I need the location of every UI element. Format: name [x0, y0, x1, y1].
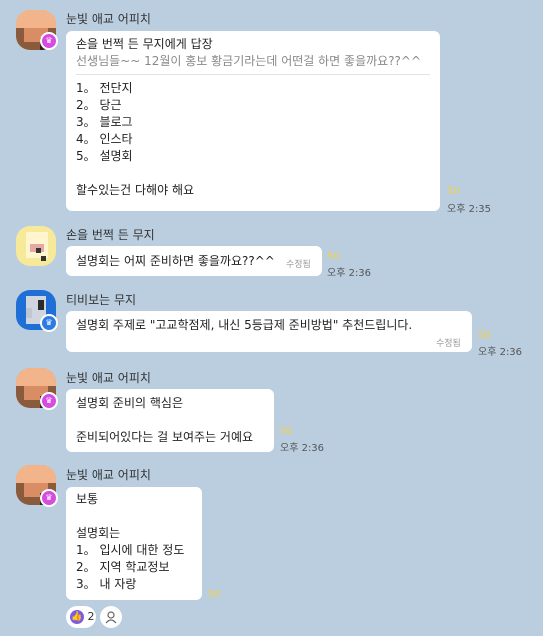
message-line: 2。 당근	[76, 98, 122, 112]
message-line: 설명회 주제로 "고교학점제, 내신 5등급제 준비방법" 추천드립니다.	[76, 318, 413, 332]
person-icon	[105, 611, 117, 624]
unread-count: 50	[208, 589, 221, 600]
sender-name[interactable]: 눈빛 애교 어피치	[66, 369, 151, 386]
reply-quote: 선생님들~~ 12월이 홍보 황금기라는데 어떤걸 하면 좋을까요??^^	[76, 54, 422, 68]
message-line: 1。 입시에 대한 정도	[76, 543, 185, 557]
timestamp: 오후 2:36	[280, 443, 325, 454]
crown-icon: ♛	[40, 314, 58, 332]
message-line: 설명회는	[76, 526, 121, 540]
message-line: 설명회 준비의 핵심은	[76, 396, 183, 410]
message-line: 할수있는건 다해야 해요	[76, 183, 195, 197]
crown-icon: ♛	[40, 489, 58, 507]
message-line: 보통	[76, 492, 99, 506]
add-reaction-button[interactable]	[100, 606, 122, 628]
message-line: 5。 설명회	[76, 149, 133, 163]
reaction-count: 2	[87, 610, 95, 623]
reaction-chip[interactable]: 👍 2	[66, 606, 96, 628]
message-line: 4。 인스타	[76, 132, 133, 146]
message-line: 1。 전단지	[76, 81, 133, 95]
crown-icon: ♛	[40, 392, 58, 410]
unread-count: 50	[478, 330, 491, 341]
unread-count: 50	[447, 186, 460, 197]
message-line	[76, 508, 192, 525]
sender-name[interactable]: 눈빛 애교 어피치	[66, 466, 151, 483]
message-bubble[interactable]: 설명회 준비의 핵심은 준비되어있다는 걸 보여주는 거예요	[66, 389, 274, 452]
edited-label: 수정됨	[286, 260, 311, 270]
message-bubble[interactable]: 보통 설명회는 1。 입시에 대한 정도 2。 지역 학교정보 3。 내 자랑	[66, 487, 202, 600]
edited-label: 수정됨	[436, 339, 461, 349]
unread-count: 50	[327, 251, 340, 262]
reply-divider	[76, 74, 430, 75]
message-line	[76, 165, 430, 182]
sender-name[interactable]: 손을 번쩍 든 무지	[66, 226, 155, 243]
crown-icon: ♛	[40, 32, 58, 50]
message-bubble[interactable]: 손을 번쩍 든 무지에게 답장 선생님들~~ 12월이 홍보 황금기라는데 어떤…	[66, 31, 440, 211]
message-line: 2。 지역 학교정보	[76, 560, 170, 574]
message-line: 3。 내 자랑	[76, 577, 137, 591]
message-line: 3。 블로그	[76, 115, 133, 129]
timestamp: 오후 2:36	[327, 268, 372, 279]
thumbs-up-icon: 👍	[70, 610, 84, 624]
timestamp: 오후 2:35	[447, 204, 492, 215]
unread-count: 50	[280, 426, 293, 437]
timestamp: 오후 2:36	[478, 347, 523, 358]
message-line: 설명회는 어찌 준비하면 좋을까요??^^	[76, 254, 275, 268]
sender-name[interactable]: 눈빛 애교 어피치	[66, 10, 151, 27]
message-line: 준비되어있다는 걸 보여주는 거예요	[76, 430, 254, 444]
message-line	[76, 412, 264, 429]
avatar[interactable]	[16, 226, 56, 266]
sender-name[interactable]: 티비보는 무지	[66, 291, 136, 308]
message-bubble[interactable]: 설명회는 어찌 준비하면 좋을까요??^^ 수정됨	[66, 246, 322, 276]
reply-title: 손을 번쩍 든 무지에게 답장	[76, 37, 213, 51]
message-bubble[interactable]: 설명회 주제로 "고교학점제, 내신 5등급제 준비방법" 추천드립니다. 수정…	[66, 311, 472, 352]
